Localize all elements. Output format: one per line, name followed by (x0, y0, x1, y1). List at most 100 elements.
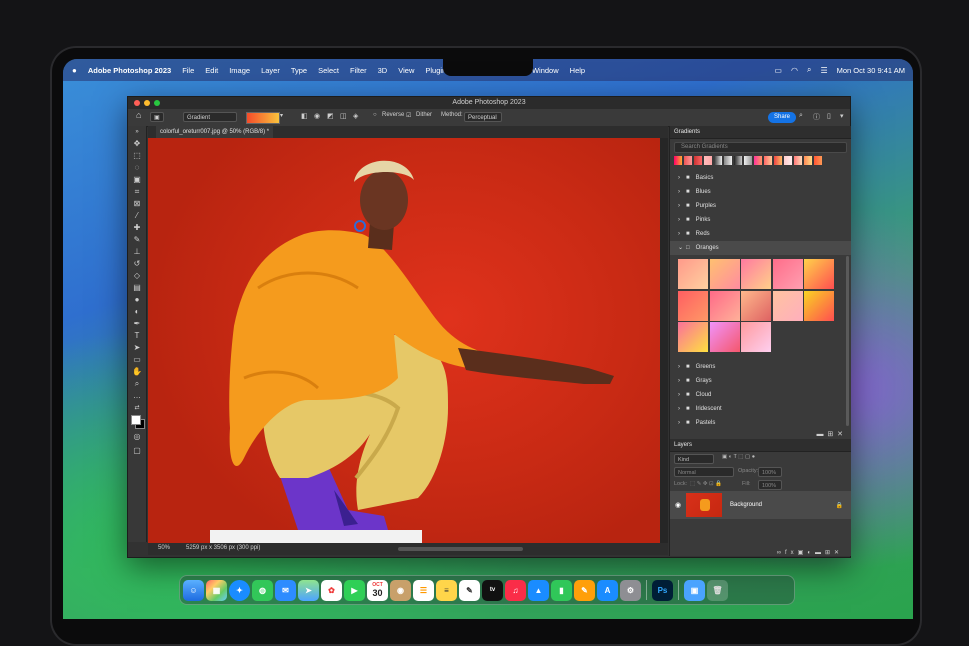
recent-gradient-swatch[interactable] (694, 156, 702, 165)
gradient-folder-pastels[interactable]: › ■ Pastels (670, 416, 851, 430)
mail-icon[interactable]: ✉ (275, 579, 296, 601)
gradient-swatch[interactable] (678, 259, 708, 289)
gradient-folder-oranges[interactable]: ⌄ □ Oranges (670, 241, 851, 255)
spotlight-icon[interactable]: ⌕ (807, 65, 811, 75)
help-icon[interactable]: ⓘ (813, 112, 820, 122)
zoom-tool-icon[interactable]: ⌕ (132, 379, 142, 388)
gradient-swatch[interactable] (709, 322, 740, 352)
photos-icon[interactable]: ✿ (321, 579, 342, 601)
new-folder-icon[interactable]: ▬ (815, 550, 825, 556)
dodge-tool-icon[interactable]: ◐ (132, 307, 142, 316)
recent-gradient-swatch[interactable] (714, 156, 722, 165)
gradient-folder-cloud[interactable]: › ■ Cloud (670, 388, 851, 402)
recent-gradient-swatch[interactable] (764, 156, 772, 165)
numbers-icon[interactable]: ▮ (551, 579, 572, 601)
share-button[interactable]: Share (768, 112, 797, 123)
swap-colors-icon[interactable]: ⇄ (132, 404, 142, 413)
recent-gradient-swatch[interactable] (784, 156, 792, 165)
fill-input[interactable]: 100% (758, 480, 782, 490)
finder-icon[interactable]: ☺ (183, 579, 204, 601)
canvas-area[interactable] (148, 138, 668, 544)
screen-mode-icon[interactable]: ▢ (132, 446, 142, 455)
gradient-swatch[interactable] (804, 290, 834, 321)
gradient-folder-pinks[interactable]: › ■ Pinks (670, 213, 851, 227)
launchpad-icon[interactable]: ▦ (206, 579, 227, 601)
zoom-level[interactable]: 50% (158, 545, 170, 551)
gradient-mode-select[interactable]: Gradient (183, 112, 237, 122)
gradient-swatch[interactable] (804, 259, 834, 289)
gradient-folder-purples[interactable]: › ■ Purples (670, 199, 851, 213)
layer-kind-filter[interactable]: Kind (674, 454, 714, 464)
delete-layer-icon[interactable]: ✕ (834, 550, 843, 556)
gradient-preview[interactable] (246, 112, 280, 124)
recent-gradient-swatch[interactable] (814, 156, 822, 165)
facetime-icon[interactable]: ▶ (344, 579, 365, 601)
gradient-swatch[interactable] (709, 259, 740, 289)
blend-mode-select[interactable]: Normal (674, 467, 734, 477)
gradient-swatch[interactable] (772, 290, 803, 321)
layers-panel-tab[interactable]: Layers (670, 439, 851, 452)
lock-icons[interactable]: ⬚ ✎ ✥ ⊡ 🔒 (690, 481, 722, 487)
recent-gradient-swatch[interactable] (684, 156, 692, 165)
object-select-tool-icon[interactable]: ▣ (132, 175, 142, 184)
document-tab[interactable]: colorful_oreturr007.jpg @ 50% (RGB/8) * (156, 126, 274, 138)
recent-gradient-swatch[interactable] (724, 156, 732, 165)
type-tool-icon[interactable]: T (132, 331, 142, 340)
gradients-panel-tab[interactable]: Gradients (670, 126, 851, 139)
gradient-folder-reds[interactable]: › ■ Reds (670, 227, 851, 241)
menu-window[interactable]: Window (532, 66, 559, 75)
layer-row-background[interactable]: ◉ Background 🔒 (670, 491, 851, 519)
reminders-icon[interactable]: ☰ (413, 579, 434, 601)
gradient-swatch[interactable] (678, 290, 708, 321)
recent-gradient-swatch[interactable] (774, 156, 782, 165)
notes-icon[interactable]: ≡ (436, 579, 457, 601)
home-icon[interactable]: ⌂ (136, 110, 141, 120)
system-settings-icon[interactable]: ⚙ (620, 579, 641, 601)
gradient-swatch[interactable] (772, 259, 803, 289)
quick-mask-icon[interactable]: ◎ (132, 432, 142, 441)
menu-help[interactable]: Help (570, 66, 585, 75)
menu-filter[interactable]: Filter (350, 66, 367, 75)
delete-gradient-icon[interactable]: ✕ (837, 431, 843, 438)
eyedropper-tool-icon[interactable]: ⁄ (132, 211, 142, 220)
gradients-scrollbar[interactable] (846, 256, 849, 426)
apple-tv-icon[interactable]: tv (482, 579, 503, 601)
menu-edit[interactable]: Edit (205, 66, 218, 75)
link-layers-icon[interactable]: ∞ (777, 550, 785, 556)
shape-tool-icon[interactable]: ▭ (132, 355, 142, 364)
healing-brush-tool-icon[interactable]: ✚ (132, 223, 142, 232)
wifi-icon[interactable]: ◠ (791, 66, 798, 75)
reflected-gradient-icon[interactable]: ◫ (340, 112, 347, 120)
eraser-tool-icon[interactable]: ◇ (132, 271, 142, 280)
foreground-color-swatch[interactable] (131, 415, 141, 425)
gradient-folder-greens[interactable]: › ■ Greens (670, 360, 851, 374)
document-canvas[interactable] (148, 138, 660, 544)
recent-gradient-swatch[interactable] (794, 156, 802, 165)
apple-icon[interactable]: ● (72, 66, 77, 75)
music-icon[interactable]: ♫ (505, 579, 526, 601)
pen-tool-icon[interactable]: ✒ (132, 319, 142, 328)
gradient-swatch[interactable] (678, 322, 708, 352)
lasso-tool-icon[interactable]: ◌ (132, 163, 142, 172)
downloads-folder-icon[interactable]: ▣ (684, 579, 705, 601)
menu-view[interactable]: View (398, 66, 414, 75)
safari-icon[interactable]: ✦ (229, 579, 250, 601)
keynote-icon[interactable]: ▲ (528, 579, 549, 601)
search-icon[interactable]: ⌕ (799, 112, 803, 120)
dither-checkbox[interactable]: ☑ (406, 112, 411, 119)
workspace-icon[interactable]: ▯ (827, 112, 831, 120)
photoshop-icon[interactable]: Ps (652, 579, 673, 601)
gradient-folder-grays[interactable]: › ■ Grays (670, 374, 851, 388)
recent-gradient-swatch[interactable] (744, 156, 752, 165)
minimize-window-button[interactable] (144, 100, 150, 106)
control-center-icon[interactable]: ☰ (820, 66, 827, 75)
menu-app-name[interactable]: Adobe Photoshop 2023 (88, 66, 171, 75)
eye-icon[interactable]: ◉ (670, 501, 686, 509)
recent-gradient-swatch[interactable] (734, 156, 742, 165)
close-window-button[interactable] (134, 100, 140, 106)
workspace-chevron-icon[interactable]: ▾ (840, 112, 844, 120)
app-store-icon[interactable]: A (597, 579, 618, 601)
zoom-window-button[interactable] (154, 100, 160, 106)
angle-gradient-icon[interactable]: ◩ (327, 112, 334, 120)
recent-gradient-swatch[interactable] (754, 156, 762, 165)
